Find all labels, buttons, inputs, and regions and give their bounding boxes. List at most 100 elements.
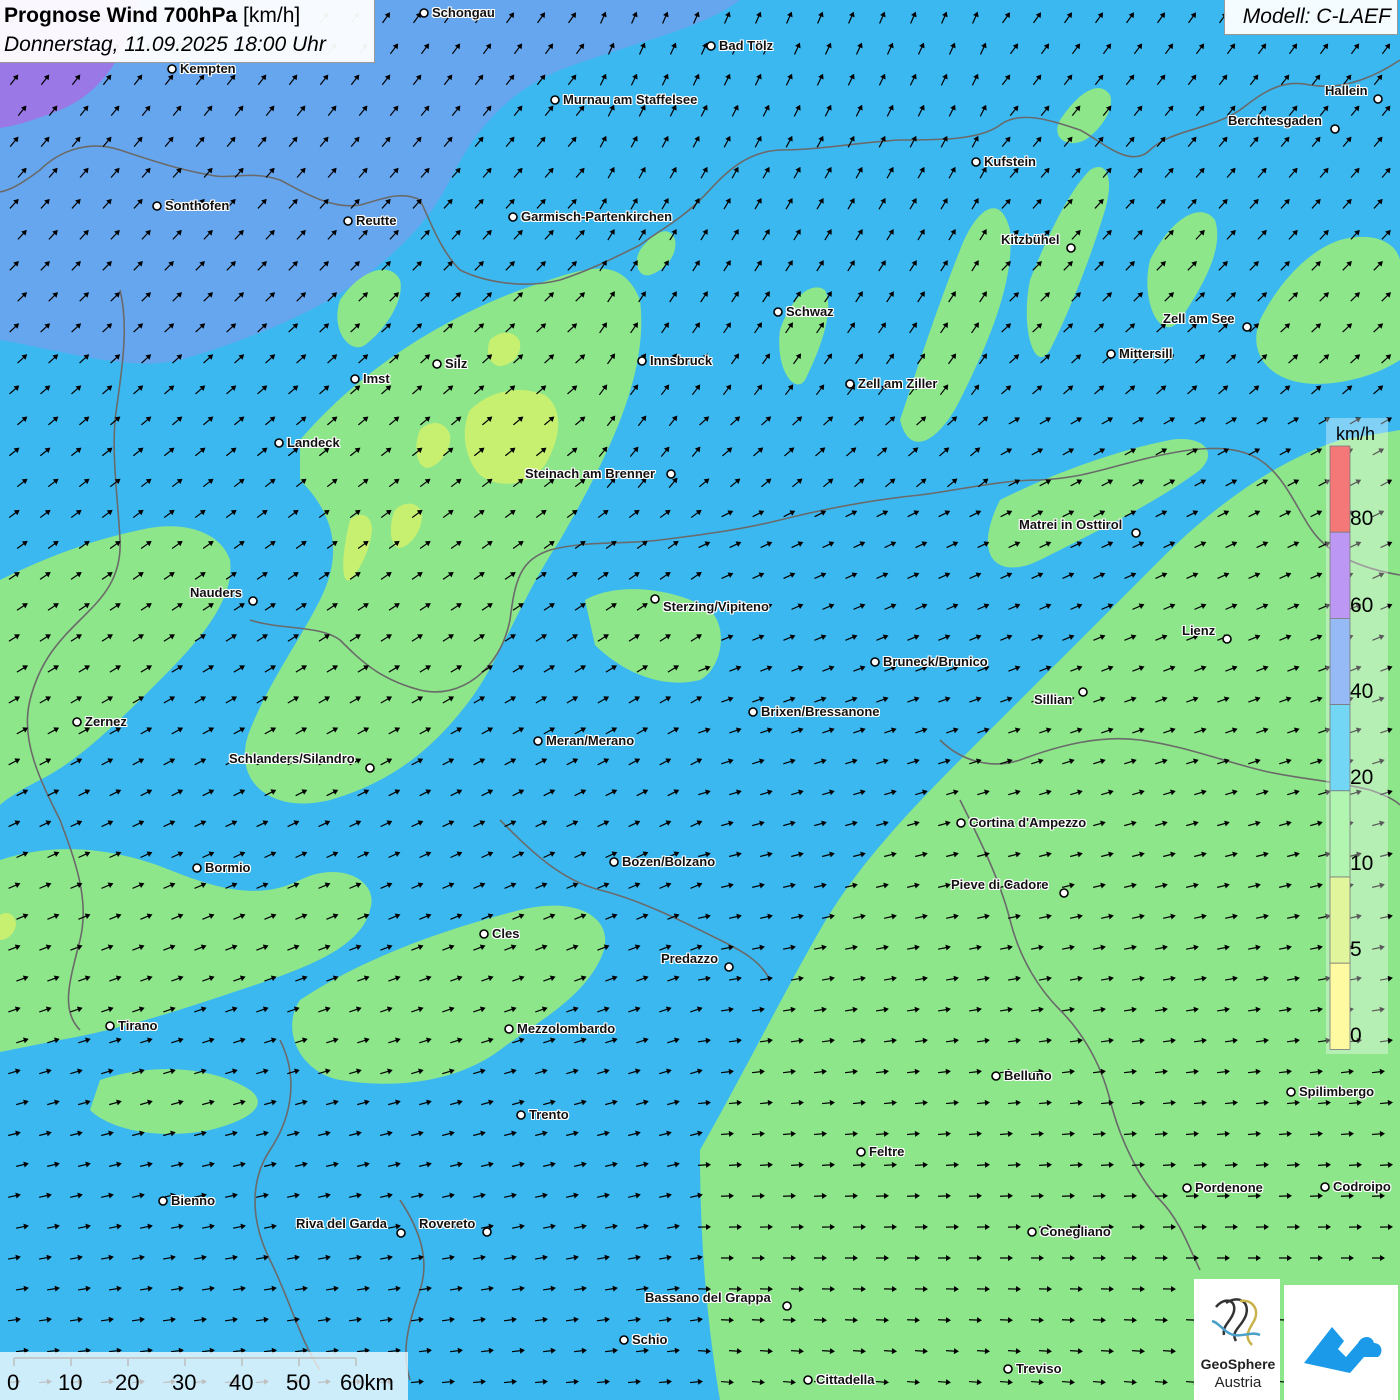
city-marker[interactable] bbox=[1222, 634, 1232, 644]
city-marker[interactable] bbox=[516, 1110, 526, 1120]
city-label: Meran/Merano bbox=[546, 733, 635, 748]
city-marker[interactable] bbox=[350, 374, 360, 384]
city-marker[interactable] bbox=[1286, 1087, 1296, 1097]
city-marker[interactable] bbox=[650, 594, 660, 604]
city-marker[interactable] bbox=[724, 962, 734, 972]
city-label: Bienno bbox=[171, 1193, 216, 1208]
city-marker[interactable] bbox=[274, 438, 284, 448]
city-label: Imst bbox=[363, 371, 390, 386]
city-label: Kufstein bbox=[984, 154, 1036, 169]
city-label: Mittersill bbox=[1119, 346, 1173, 361]
city-label: Treviso bbox=[1016, 1361, 1062, 1376]
city-marker[interactable] bbox=[158, 1196, 168, 1206]
city-marker[interactable] bbox=[72, 717, 82, 727]
city-label: Landeck bbox=[287, 435, 340, 450]
legend-tick-60: 60 bbox=[1350, 594, 1374, 617]
city-label: Schio bbox=[632, 1332, 668, 1347]
city-marker[interactable] bbox=[1066, 243, 1076, 253]
city-label: Bozen/Bolzano bbox=[622, 854, 716, 869]
legend-tick-10: 10 bbox=[1350, 852, 1374, 875]
city-marker[interactable] bbox=[432, 359, 442, 369]
city-label: Schwaz bbox=[786, 304, 834, 319]
city-marker[interactable] bbox=[550, 95, 560, 105]
city-label: Riva del Garda bbox=[296, 1216, 388, 1231]
city-label: Bad Tölz bbox=[719, 38, 774, 53]
city-marker[interactable] bbox=[1330, 124, 1340, 134]
city-label: Mezzolombardo bbox=[517, 1021, 616, 1036]
scale-label-10: 10 bbox=[58, 1370, 83, 1395]
city-marker[interactable] bbox=[706, 41, 716, 51]
city-label: Cles bbox=[492, 926, 520, 941]
city-marker[interactable] bbox=[782, 1301, 792, 1311]
city-marker[interactable] bbox=[773, 307, 783, 317]
city-marker[interactable] bbox=[504, 1024, 514, 1034]
city-marker[interactable] bbox=[167, 64, 177, 74]
city-label: Predazzo bbox=[661, 951, 719, 966]
city-marker[interactable] bbox=[991, 1071, 1001, 1081]
city-marker[interactable] bbox=[956, 818, 966, 828]
mountain-cloud-icon bbox=[1304, 1327, 1382, 1373]
city-label: Kitzbühel bbox=[1001, 232, 1060, 247]
city-marker[interactable] bbox=[1078, 687, 1088, 697]
scale-label-20: 20 bbox=[115, 1370, 140, 1395]
city-label: Murnau am Staffelsee bbox=[563, 92, 698, 107]
city-label: Nauders bbox=[190, 585, 243, 600]
city-marker[interactable] bbox=[1131, 528, 1141, 538]
city-marker[interactable] bbox=[748, 707, 758, 717]
city-label: Brixen/Bressanone bbox=[761, 704, 880, 719]
city-marker[interactable] bbox=[152, 201, 162, 211]
city-label: Tirano bbox=[118, 1018, 158, 1033]
city-marker[interactable] bbox=[1320, 1182, 1330, 1192]
city-marker[interactable] bbox=[1027, 1227, 1037, 1237]
city-label: Silz bbox=[445, 356, 468, 371]
city-label: Conegliano bbox=[1040, 1224, 1111, 1239]
city-label: Belluno bbox=[1004, 1068, 1052, 1083]
city-marker[interactable] bbox=[637, 356, 647, 366]
city-label: Steinach am Brenner bbox=[525, 466, 656, 481]
city-marker[interactable] bbox=[666, 469, 676, 479]
city-marker[interactable] bbox=[365, 763, 375, 773]
scale-label-50: 50 bbox=[286, 1370, 311, 1395]
scale-label-60km: 60km bbox=[340, 1370, 394, 1395]
city-marker[interactable] bbox=[479, 929, 489, 939]
app-logo[interactable] bbox=[1284, 1285, 1398, 1400]
city-label: Zell am See bbox=[1163, 311, 1235, 326]
legend-tick-80: 80 bbox=[1350, 507, 1374, 530]
scale-label-0: 0 bbox=[7, 1370, 20, 1395]
city-marker[interactable] bbox=[845, 379, 855, 389]
city-marker[interactable] bbox=[1003, 1364, 1013, 1374]
city-marker[interactable] bbox=[870, 657, 880, 667]
city-marker[interactable] bbox=[609, 857, 619, 867]
city-label: Bruneck/Brunico bbox=[883, 654, 988, 669]
city-marker[interactable] bbox=[1373, 94, 1383, 104]
city-label: Pordenone bbox=[1195, 1180, 1263, 1195]
city-marker[interactable] bbox=[396, 1228, 406, 1238]
city-marker[interactable] bbox=[1182, 1183, 1192, 1193]
city-marker[interactable] bbox=[1059, 888, 1069, 898]
scale-label-30: 30 bbox=[172, 1370, 197, 1395]
city-marker[interactable] bbox=[619, 1335, 629, 1345]
city-label: Cortina d'Ampezzo bbox=[969, 815, 1087, 830]
city-marker[interactable] bbox=[533, 736, 543, 746]
city-marker[interactable] bbox=[105, 1021, 115, 1031]
city-marker[interactable] bbox=[508, 212, 518, 222]
city-label: Kempten bbox=[180, 61, 236, 76]
city-label: Matrei in Osttirol bbox=[1019, 517, 1123, 532]
city-marker[interactable] bbox=[971, 157, 981, 167]
city-marker[interactable] bbox=[248, 596, 258, 606]
city-label: Sonthofen bbox=[165, 198, 230, 213]
city-marker[interactable] bbox=[1106, 349, 1116, 359]
model-name: Modell: C-LAEF bbox=[1242, 5, 1391, 28]
city-marker[interactable] bbox=[419, 8, 429, 18]
city-marker[interactable] bbox=[856, 1147, 866, 1157]
city-label: Schlanders/Silandro bbox=[229, 751, 355, 766]
city-marker[interactable] bbox=[803, 1375, 813, 1385]
city-marker[interactable] bbox=[482, 1227, 492, 1237]
city-marker[interactable] bbox=[192, 863, 202, 873]
city-label: Bassano del Grappa bbox=[645, 1290, 771, 1305]
city-marker[interactable] bbox=[1242, 322, 1252, 332]
city-label: Schongau bbox=[432, 5, 495, 20]
legend-unit: km/h bbox=[1336, 424, 1376, 444]
city-label: Feltre bbox=[869, 1144, 905, 1159]
city-marker[interactable] bbox=[343, 216, 353, 226]
